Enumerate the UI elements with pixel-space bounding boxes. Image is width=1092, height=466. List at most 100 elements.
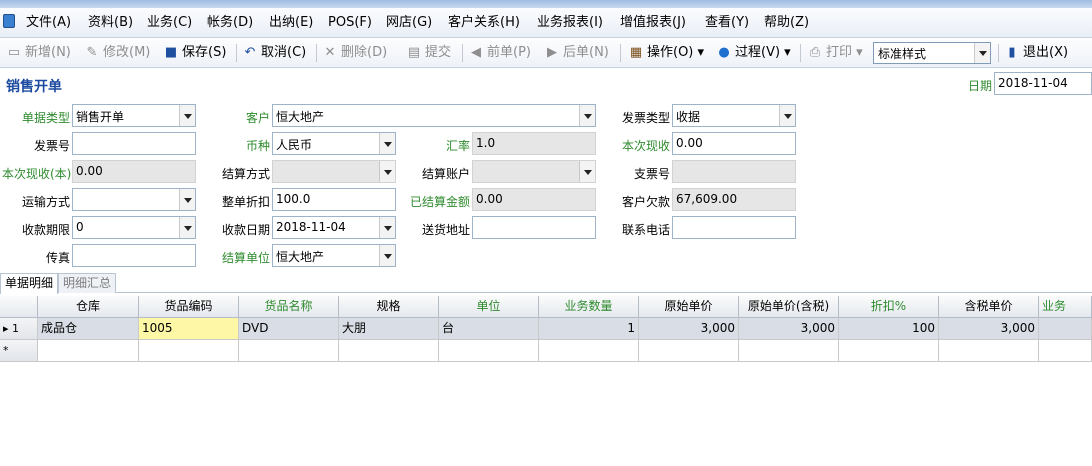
cell-item-name[interactable]: DVD bbox=[239, 318, 339, 340]
col-header-unit-price[interactable]: 原始单价 bbox=[639, 296, 739, 318]
new-cell[interactable] bbox=[139, 340, 239, 362]
row-header[interactable]: ▸ 1 bbox=[0, 318, 38, 340]
new-cell[interactable] bbox=[439, 340, 539, 362]
customer-select[interactable]: 恒大地产 bbox=[272, 104, 596, 127]
chevron-down-icon[interactable] bbox=[974, 43, 990, 63]
cell-tax-price[interactable]: 3,000 bbox=[939, 318, 1039, 340]
print-style-select[interactable]: 标准样式 bbox=[873, 42, 991, 64]
col-header-warehouse[interactable]: 仓库 bbox=[38, 296, 139, 318]
menu-online-store[interactable]: 网店(G) bbox=[386, 14, 432, 32]
menu-business-reports[interactable]: 业务报表(I) bbox=[537, 14, 603, 32]
shipping-select[interactable] bbox=[72, 188, 196, 211]
col-header-item-code[interactable]: 货品编码 bbox=[139, 296, 239, 318]
tab-document-details[interactable]: 单据明细 bbox=[0, 273, 59, 294]
chevron-down-icon[interactable] bbox=[379, 133, 395, 154]
menu-business[interactable]: 业务(C) bbox=[147, 14, 192, 32]
cell-item-code[interactable]: 1005 bbox=[139, 318, 239, 340]
cell-quantity[interactable]: 1 bbox=[539, 318, 639, 340]
currency-label: 币种 bbox=[246, 139, 271, 153]
process-menu-button[interactable]: ● 过程(V) ▾ bbox=[716, 43, 790, 63]
new-cell[interactable] bbox=[1039, 340, 1092, 362]
menu-value-added-reports[interactable]: 增值报表(J) bbox=[620, 14, 686, 32]
ship-address-input[interactable] bbox=[472, 216, 596, 239]
save-button[interactable]: ■ 保存(S) bbox=[163, 43, 227, 63]
cell-unit[interactable]: 台 bbox=[439, 318, 539, 340]
new-cell[interactable] bbox=[539, 340, 639, 362]
col-header-item-name[interactable]: 货品名称 bbox=[239, 296, 339, 318]
received-base-field: 0.00 bbox=[72, 160, 196, 183]
edit-button[interactable]: ✎ 修改(M) bbox=[84, 43, 151, 63]
chevron-down-icon[interactable] bbox=[379, 217, 395, 238]
invoice-type-select[interactable]: 收据 bbox=[672, 104, 796, 127]
currency-select[interactable]: 人民币 bbox=[272, 132, 396, 155]
col-header-quantity[interactable]: 业务数量 bbox=[539, 296, 639, 318]
exchange-rate-field: 1.0 bbox=[472, 132, 596, 155]
chevron-down-icon[interactable] bbox=[179, 105, 195, 126]
cell-business[interactable] bbox=[1039, 318, 1092, 340]
payment-term-select[interactable]: 0 bbox=[72, 216, 196, 239]
new-cell[interactable] bbox=[339, 340, 439, 362]
chevron-down-icon[interactable] bbox=[379, 245, 395, 266]
collect-date-picker[interactable]: 2018-11-04 bbox=[272, 216, 396, 239]
window-title-bar bbox=[0, 0, 1092, 8]
chevron-down-icon[interactable] bbox=[179, 189, 195, 210]
delete-button[interactable]: ✕ 删除(D) bbox=[322, 43, 388, 63]
settle-method-select[interactable] bbox=[272, 160, 396, 183]
chevron-down-icon[interactable] bbox=[579, 161, 595, 182]
chevron-down-icon[interactable] bbox=[379, 161, 395, 182]
cheque-no-field bbox=[672, 160, 796, 183]
tab-detail-summary[interactable]: 明细汇总 bbox=[58, 273, 117, 293]
invoice-no-label: 发票号 bbox=[34, 139, 71, 153]
col-header-unit-price-tax[interactable]: 原始单价(含税) bbox=[739, 296, 839, 318]
new-cell[interactable] bbox=[939, 340, 1039, 362]
fax-input[interactable] bbox=[72, 244, 196, 267]
cell-spec[interactable]: 大朋 bbox=[339, 318, 439, 340]
new-button[interactable]: ▭ 新增(N) bbox=[6, 43, 71, 63]
settled-amount-field: 0.00 bbox=[472, 188, 596, 211]
doc-type-select[interactable]: 销售开单 bbox=[72, 104, 196, 127]
date-field[interactable]: 2018-11-04 bbox=[994, 72, 1092, 95]
exit-button[interactable]: ▮ 退出(X) bbox=[1004, 43, 1068, 63]
menu-help[interactable]: 帮助(Z) bbox=[764, 14, 809, 32]
new-cell[interactable] bbox=[639, 340, 739, 362]
col-header-tax-price[interactable]: 含税单价 bbox=[939, 296, 1039, 318]
menu-crm[interactable]: 客户关系(H) bbox=[448, 14, 520, 32]
received-input[interactable]: 0.00 bbox=[672, 132, 796, 155]
menu-data[interactable]: 资料(B) bbox=[88, 14, 133, 32]
chevron-down-icon[interactable] bbox=[579, 105, 595, 126]
submit-button[interactable]: ▤ 提交 bbox=[406, 43, 451, 63]
col-header-business[interactable]: 业务 bbox=[1039, 296, 1092, 318]
next-record-button[interactable]: ▶ 后单(N) bbox=[544, 43, 609, 63]
toolbar-separator bbox=[236, 44, 237, 62]
menu-view[interactable]: 查看(Y) bbox=[705, 14, 749, 32]
table-row[interactable]: ▸ 1 成品仓 1005 DVD 大朋 台 1 3,000 3,000 100 … bbox=[0, 318, 1092, 340]
new-row[interactable]: * bbox=[0, 340, 1092, 362]
chevron-down-icon[interactable] bbox=[779, 105, 795, 126]
col-header-discount[interactable]: 折扣% bbox=[839, 296, 939, 318]
phone-input[interactable] bbox=[672, 216, 796, 239]
menu-file[interactable]: 文件(A) bbox=[26, 14, 71, 32]
invoice-no-input[interactable] bbox=[72, 132, 196, 155]
new-cell[interactable] bbox=[739, 340, 839, 362]
settle-unit-select[interactable]: 恒大地产 bbox=[272, 244, 396, 267]
menu-pos[interactable]: POS(F) bbox=[328, 14, 372, 32]
new-cell[interactable] bbox=[239, 340, 339, 362]
new-cell[interactable] bbox=[38, 340, 139, 362]
print-menu-button[interactable]: ⎙ 打印 ▾ bbox=[807, 43, 863, 63]
cell-discount[interactable]: 100 bbox=[839, 318, 939, 340]
previous-record-button[interactable]: ◀ 前单(P) bbox=[468, 43, 531, 63]
cell-warehouse[interactable]: 成品仓 bbox=[38, 318, 139, 340]
col-header-spec[interactable]: 规格 bbox=[339, 296, 439, 318]
cell-unit-price-tax[interactable]: 3,000 bbox=[739, 318, 839, 340]
date-label: 日期 bbox=[968, 79, 993, 93]
settle-account-select[interactable] bbox=[472, 160, 596, 183]
menu-accounts[interactable]: 帐务(D) bbox=[207, 14, 253, 32]
operate-menu-button[interactable]: ▦ 操作(O) ▾ bbox=[628, 43, 704, 63]
menu-cashier[interactable]: 出纳(E) bbox=[269, 14, 313, 32]
cell-unit-price[interactable]: 3,000 bbox=[639, 318, 739, 340]
cancel-button[interactable]: ↶ 取消(C) bbox=[242, 43, 307, 63]
col-header-unit[interactable]: 单位 bbox=[439, 296, 539, 318]
new-cell[interactable] bbox=[839, 340, 939, 362]
discount-input[interactable]: 100.0 bbox=[272, 188, 396, 211]
chevron-down-icon[interactable] bbox=[179, 217, 195, 238]
